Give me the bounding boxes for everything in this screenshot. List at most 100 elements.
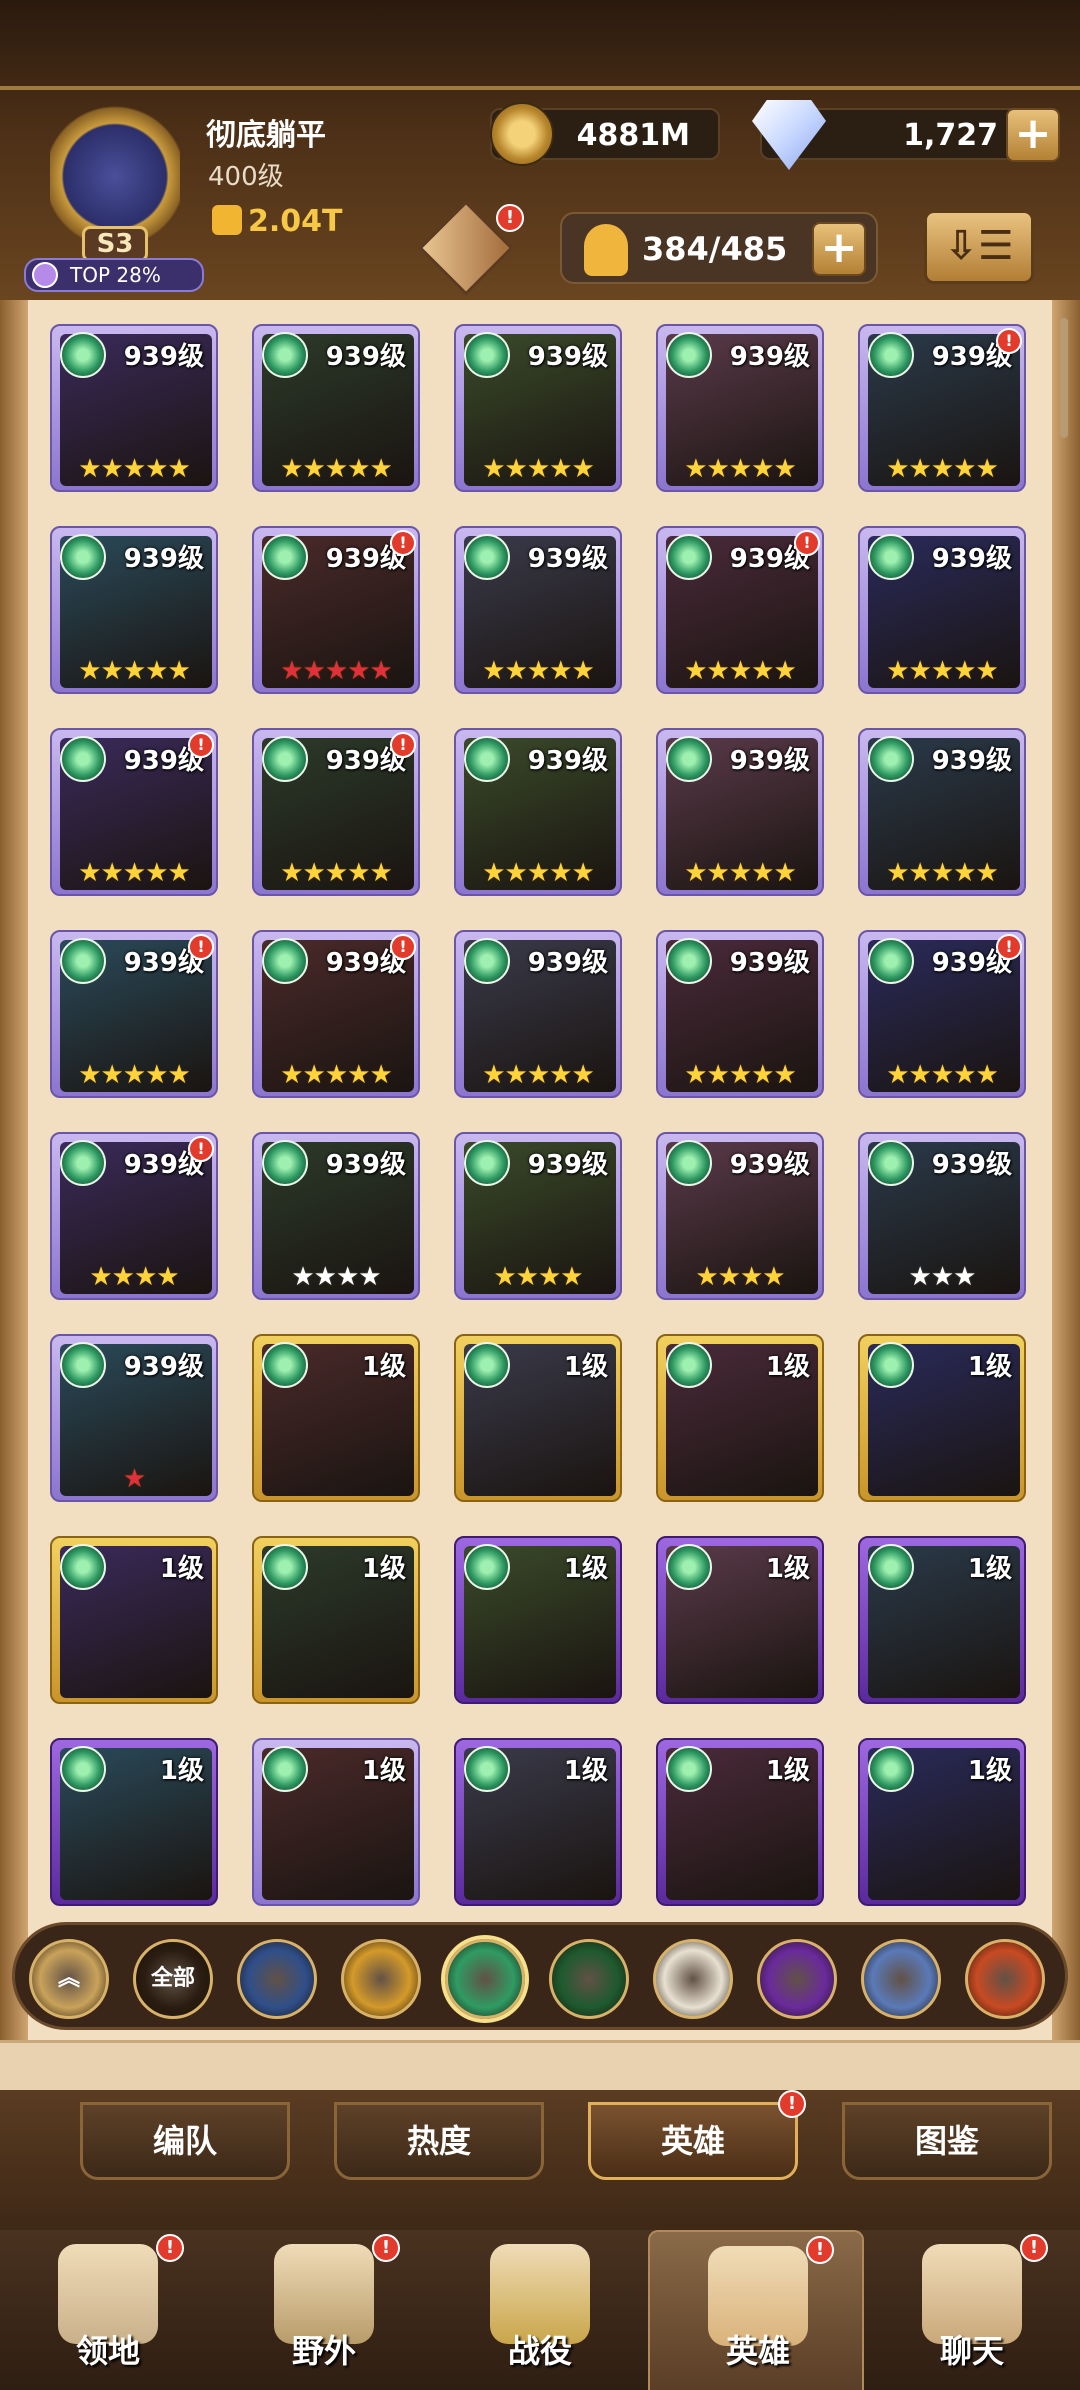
hero-card[interactable]: 1级 xyxy=(252,1536,420,1704)
nav-label: 野外 xyxy=(291,2332,356,2370)
hero-card[interactable]: 939级 ★★★★★ xyxy=(454,930,622,1098)
hero-level: 939级 xyxy=(325,1150,406,1180)
filter-dimensional-icon[interactable] xyxy=(861,1939,941,2019)
hero-card[interactable]: 1级 xyxy=(656,1334,824,1502)
hero-stars: ★★★★★ xyxy=(886,858,999,888)
filter-mauler-icon[interactable] xyxy=(341,1939,421,2019)
hero-card[interactable]: 1级 xyxy=(50,1738,218,1906)
filter-hypogean-icon[interactable] xyxy=(757,1939,837,2019)
wilder-faction-icon xyxy=(262,1140,308,1186)
hero-card[interactable]: 939级 ★★★★★ xyxy=(454,728,622,896)
filter-lightbearer-icon[interactable] xyxy=(237,1939,317,2019)
hero-card[interactable]: 939级 ★★★★★ xyxy=(50,324,218,492)
hero-alert-badge: ! xyxy=(996,934,1022,960)
hero-card[interactable]: 939级 ★★★★★! xyxy=(50,930,218,1098)
wilder-faction-icon xyxy=(262,1342,308,1388)
filter-graveborn-icon[interactable] xyxy=(549,1939,629,2019)
tab-3[interactable]: 图鉴 xyxy=(842,2102,1052,2180)
tab-0[interactable]: 编队 xyxy=(80,2102,290,2180)
hero-card[interactable]: 1级 xyxy=(50,1536,218,1704)
hero-card[interactable]: 939级 ★★★★★! xyxy=(50,728,218,896)
hero-card[interactable]: 939级 ★★★★★! xyxy=(656,526,824,694)
filter-wilder-icon[interactable] xyxy=(445,1939,525,2019)
hero-card[interactable]: 939级 ★★★★! xyxy=(50,1132,218,1300)
hero-card[interactable]: 939级 ★ xyxy=(50,1334,218,1502)
diamond-icon xyxy=(752,100,826,170)
add-diamond-button[interactable]: + xyxy=(1006,108,1060,162)
nav-alert-badge: ! xyxy=(806,2236,834,2264)
hero-card[interactable]: 939级 ★★★★★! xyxy=(252,526,420,694)
hero-card[interactable]: 939级 ★★★★★ xyxy=(858,526,1026,694)
player-avatar[interactable]: S3 TOP 28% xyxy=(24,100,204,292)
wilder-faction-icon xyxy=(60,1746,106,1792)
hero-stars: ★★★★ xyxy=(695,1262,785,1292)
hero-level: 939级 xyxy=(931,1150,1012,1180)
hero-card[interactable]: 939级 ★★★★★! xyxy=(252,728,420,896)
nav-map[interactable]: 野外! xyxy=(216,2230,432,2390)
sort-button[interactable]: ⇩☰ xyxy=(924,210,1034,284)
wilder-faction-icon xyxy=(868,1140,914,1186)
nav-sword[interactable]: 战役 xyxy=(432,2230,648,2390)
hero-card[interactable]: 939级 ★★★★ xyxy=(656,1132,824,1300)
hero-slot-counter: 384/485 + xyxy=(560,212,878,284)
hero-card[interactable]: 1级 xyxy=(454,1334,622,1502)
hero-card[interactable]: 939级 ★★★ xyxy=(858,1132,1026,1300)
wilder-faction-icon xyxy=(666,1544,712,1590)
hero-card[interactable]: 1级 xyxy=(252,1334,420,1502)
filter-fire-icon[interactable] xyxy=(965,1939,1045,2019)
hero-card[interactable]: 939级 ★★★★★! xyxy=(858,930,1026,1098)
hero-card[interactable]: 939级 ★★★★★ xyxy=(656,930,824,1098)
hero-card[interactable]: 939级 ★★★★★ xyxy=(50,526,218,694)
wilder-faction-icon xyxy=(60,332,106,378)
hero-card[interactable]: 1级 xyxy=(656,1536,824,1704)
scrollbar[interactable] xyxy=(1060,318,1068,438)
hero-card[interactable]: 939级 ★★★★ xyxy=(252,1132,420,1300)
nav-helmet[interactable]: 英雄! xyxy=(648,2230,864,2390)
hero-card[interactable]: 1级 xyxy=(858,1738,1026,1906)
hero-card[interactable]: 1级 xyxy=(656,1738,824,1906)
hero-level: 939级 xyxy=(325,342,406,372)
planet-icon xyxy=(32,262,58,288)
hero-level: 939级 xyxy=(527,746,608,776)
hero-level: 939级 xyxy=(527,544,608,574)
hero-card[interactable]: 939级 ★★★★ xyxy=(454,1132,622,1300)
hero-card[interactable]: 939级 ★★★★★ xyxy=(454,526,622,694)
hero-card[interactable]: 939级 ★★★★★! xyxy=(858,324,1026,492)
nav-chat[interactable]: 聊天! xyxy=(864,2230,1080,2390)
gold-coin-icon xyxy=(490,102,554,166)
tab-1[interactable]: 热度 xyxy=(334,2102,544,2180)
hero-card[interactable]: 1级 xyxy=(858,1334,1026,1502)
person-icon xyxy=(584,224,628,276)
hero-level: 939级 xyxy=(527,1150,608,1180)
tab-2[interactable]: 英雄 xyxy=(588,2102,798,2180)
filter-collapse-chevron-icon[interactable]: ︽ xyxy=(29,1939,109,2019)
wilder-faction-icon xyxy=(868,332,914,378)
top-bar: S3 TOP 28% 彻底躺平 400级 2.04T 4881M 1,727 +… xyxy=(0,0,1080,300)
hero-card[interactable]: 939级 ★★★★★ xyxy=(858,728,1026,896)
hero-stars: ★★★★★ xyxy=(684,656,797,686)
hero-card[interactable]: 1级 xyxy=(454,1536,622,1704)
hero-level: 939级 xyxy=(729,948,810,978)
hero-card[interactable]: 1级 xyxy=(858,1536,1026,1704)
hero-card[interactable]: 939级 ★★★★★ xyxy=(252,324,420,492)
hero-stars: ★★★ xyxy=(908,1262,977,1292)
hero-card[interactable]: 1级 xyxy=(454,1738,622,1906)
tab-alert-badge: ! xyxy=(778,2090,806,2118)
filter-celestial-icon[interactable] xyxy=(653,1939,733,2019)
hero-stars: ★★★★★ xyxy=(684,454,797,484)
filter-all-icon[interactable]: 全部 xyxy=(133,1939,213,2019)
hero-stars: ★★★★★ xyxy=(886,656,999,686)
hero-card[interactable]: 1级 xyxy=(252,1738,420,1906)
hero-card[interactable]: 939级 ★★★★★ xyxy=(656,728,824,896)
hero-card[interactable]: 939级 ★★★★★ xyxy=(454,324,622,492)
hero-level: 1级 xyxy=(967,1554,1012,1584)
gold-display[interactable]: 4881M xyxy=(490,102,720,166)
add-hero-slot-button[interactable]: + xyxy=(812,222,866,276)
nav-castle[interactable]: 领地! xyxy=(0,2230,216,2390)
hero-stars: ★★★★ xyxy=(291,1262,381,1292)
hero-level: 1级 xyxy=(765,1756,810,1786)
hero-stars: ★★★★★ xyxy=(78,1060,191,1090)
hero-card[interactable]: 939级 ★★★★★! xyxy=(252,930,420,1098)
hero-card[interactable]: 939级 ★★★★★ xyxy=(656,324,824,492)
top-trim xyxy=(0,86,1080,90)
